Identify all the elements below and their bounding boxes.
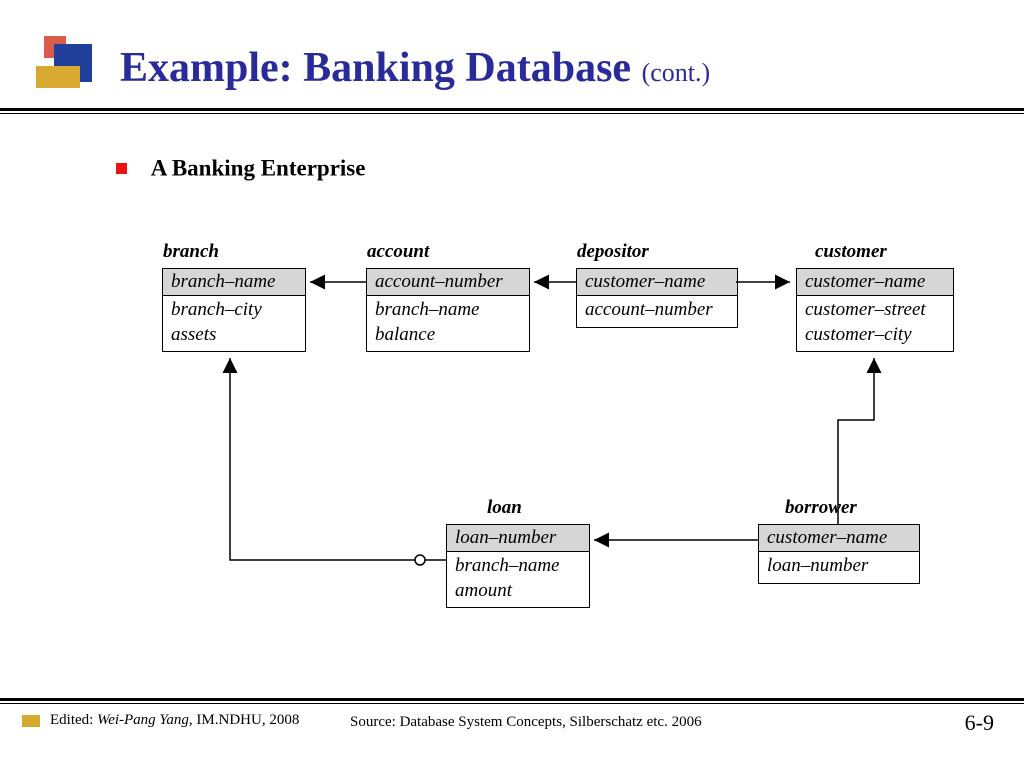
footer-affil: IM.NDHU, 2008 [196, 712, 299, 729]
footer-rule-inner [0, 703, 1024, 704]
footer-source: Source: Database System Concepts, Silber… [350, 714, 702, 731]
footer-logo-icon [22, 715, 40, 727]
footer-left: Edited: Wei-Pang Yang, IM.NDHU, 2008 [22, 712, 299, 729]
table-account: account account–number branch–name balan… [366, 268, 530, 352]
table-borrower-pk: customer–name [759, 525, 919, 552]
table-branch-pk: branch–name [163, 269, 305, 296]
table-loan-attrs: branch–name amount [447, 552, 589, 607]
table-depositor: depositor customer–name account–number [576, 268, 738, 328]
table-depositor-attrs: account–number [577, 296, 737, 327]
page-number: 6-9 [965, 710, 994, 736]
table-loan: loan loan–number branch–name amount [446, 524, 590, 608]
table-customer-attrs: customer–street customer–city [797, 296, 953, 351]
table-branch: branch branch–name branch–city assets [162, 268, 306, 352]
slide: Example: Banking Database (cont.) A Bank… [0, 0, 1024, 768]
table-branch-attrs: branch–city assets [163, 296, 305, 351]
table-customer: customer customer–name customer–street c… [796, 268, 954, 352]
table-borrower: borrower customer–name loan–number [758, 524, 920, 584]
footer-rule [0, 698, 1024, 701]
table-account-pk: account–number [367, 269, 529, 296]
table-customer-caption: customer [815, 241, 887, 263]
footer-edited-label: Edited: [50, 712, 93, 729]
table-depositor-caption: depositor [577, 241, 649, 263]
table-loan-caption: loan [487, 497, 522, 519]
table-borrower-caption: borrower [785, 497, 857, 519]
diagram-arrows [0, 0, 1024, 768]
table-borrower-attrs: loan–number [759, 552, 919, 583]
table-account-attrs: branch–name balance [367, 296, 529, 351]
table-account-caption: account [367, 241, 429, 263]
table-branch-caption: branch [163, 241, 219, 263]
banking-diagram: branch branch–name branch–city assets ac… [0, 0, 1024, 768]
footer-editor: Wei-Pang Yang, [97, 712, 193, 729]
table-customer-pk: customer–name [797, 269, 953, 296]
table-depositor-pk: customer–name [577, 269, 737, 296]
table-loan-pk: loan–number [447, 525, 589, 552]
